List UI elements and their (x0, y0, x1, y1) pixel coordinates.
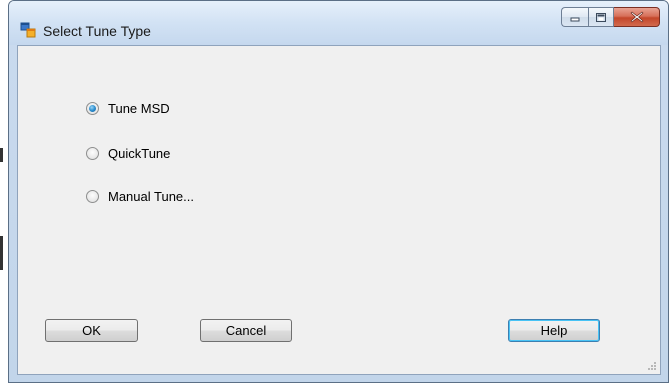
window-title: Select Tune Type (43, 23, 151, 39)
minimize-icon (570, 17, 580, 22)
dialog-window: Select Tune Type Tune MSD QuickTune Manu… (8, 0, 669, 383)
app-icon (20, 22, 36, 38)
title-bar[interactable]: Select Tune Type (9, 1, 668, 45)
radio-label: Tune MSD (108, 101, 170, 116)
resize-grip-icon[interactable] (647, 361, 657, 371)
dialog-body: Tune MSD QuickTune Manual Tune... OK Can… (17, 45, 661, 375)
radio-manual-tune[interactable]: Manual Tune... (86, 189, 194, 204)
radio-button[interactable] (86, 147, 99, 160)
minimize-button[interactable] (561, 7, 588, 27)
radio-label: Manual Tune... (108, 189, 194, 204)
help-button[interactable]: Help (508, 319, 600, 342)
caption-buttons (561, 7, 660, 29)
close-icon (630, 11, 643, 23)
cancel-button[interactable]: Cancel (200, 319, 292, 342)
radio-button[interactable] (86, 190, 99, 203)
maximize-button[interactable] (588, 7, 614, 27)
close-button[interactable] (614, 7, 660, 27)
radio-quicktune[interactable]: QuickTune (86, 146, 170, 161)
radio-tune-msd[interactable]: Tune MSD (86, 101, 170, 116)
ok-button[interactable]: OK (45, 319, 138, 342)
radio-button-selected[interactable] (86, 102, 99, 115)
edge-artifact (0, 148, 3, 162)
maximize-icon (596, 12, 606, 22)
edge-artifact (0, 236, 3, 270)
radio-label: QuickTune (108, 146, 171, 161)
